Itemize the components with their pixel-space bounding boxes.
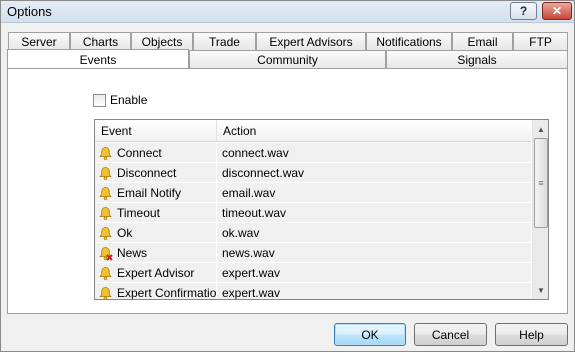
list-item[interactable]: Timeout timeout.wav: [95, 203, 531, 223]
cancel-button[interactable]: Cancel: [414, 323, 487, 346]
event-name: Connect: [117, 146, 162, 160]
tab-email[interactable]: Email: [452, 32, 513, 50]
window-title: Options: [7, 4, 52, 19]
options-dialog: Options ? ✕ Server Charts Objects Trade …: [0, 0, 575, 352]
enable-label: Enable: [110, 93, 148, 107]
tab-ftp[interactable]: FTP: [513, 32, 568, 50]
action-cell: connect.wav: [222, 146, 289, 160]
event-name: Disconnect: [117, 166, 177, 180]
list-item[interactable]: Ok ok.wav: [95, 223, 531, 243]
event-cell: Expert Confirmation: [95, 283, 217, 300]
vertical-scrollbar[interactable]: ▲ ≡ ▼: [532, 120, 548, 299]
action-cell: ok.wav: [222, 226, 260, 240]
bell-icon: [99, 266, 112, 280]
bell-icon: [99, 186, 112, 200]
event-name: Expert Confirmation: [117, 286, 217, 300]
list-item[interactable]: Disconnect disconnect.wav: [95, 163, 531, 183]
titlebar-close-button[interactable]: ✕: [542, 2, 572, 20]
event-name: News: [117, 246, 148, 260]
bell-icon: [99, 146, 112, 160]
action-cell: expert.wav: [222, 266, 281, 280]
tab-community[interactable]: Community: [189, 50, 386, 68]
event-cell: Connect: [95, 143, 217, 163]
event-cell: Timeout: [95, 203, 217, 223]
tab-trade[interactable]: Trade: [193, 32, 256, 50]
tab-notifications[interactable]: Notifications: [366, 32, 452, 50]
question-icon: ?: [519, 4, 528, 18]
event-name: Email Notify: [117, 186, 182, 200]
list-header: Event Action: [95, 120, 531, 142]
event-name: Ok: [117, 226, 133, 240]
event-cell: Expert Advisor: [95, 263, 217, 283]
bell-icon: [99, 206, 112, 220]
action-cell: disconnect.wav: [222, 166, 305, 180]
list-item[interactable]: Expert Advisor expert.wav: [95, 263, 531, 283]
scroll-down-arrow-icon[interactable]: ▼: [533, 282, 548, 298]
event-cell: Email Notify: [95, 183, 217, 203]
event-cell: News: [95, 243, 217, 263]
enable-checkbox-row[interactable]: Enable: [93, 93, 147, 107]
close-icon: ✕: [551, 4, 563, 18]
titlebar-help-button[interactable]: ?: [510, 2, 537, 20]
list-item[interactable]: News news.wav: [95, 243, 531, 263]
tab-server[interactable]: Server: [8, 32, 70, 50]
column-header-action[interactable]: Action: [217, 120, 531, 142]
action-cell: news.wav: [222, 246, 275, 260]
tab-expert-advisors[interactable]: Expert Advisors: [256, 32, 366, 50]
action-cell: expert.wav: [222, 286, 281, 300]
list-item[interactable]: Email Notify email.wav: [95, 183, 531, 203]
action-cell: email.wav: [222, 186, 276, 200]
bell-icon: [99, 226, 112, 240]
help-button[interactable]: Help: [495, 323, 568, 346]
events-list[interactable]: Event Action Connect connect.wav Disconnec…: [94, 119, 549, 300]
list-item[interactable]: Connect connect.wav: [95, 143, 531, 163]
tab-signals[interactable]: Signals: [386, 50, 568, 68]
enable-checkbox[interactable]: [93, 93, 106, 107]
tab-row-2: Events Community Signals: [7, 49, 568, 69]
bell-disabled-icon: [99, 246, 113, 261]
scroll-thumb[interactable]: ≡: [534, 138, 548, 228]
event-name: Timeout: [117, 206, 160, 220]
title-bar: Options ? ✕: [1, 1, 574, 23]
list-item[interactable]: Expert Confirmation expert.wav: [95, 283, 531, 300]
tab-events[interactable]: Events: [7, 49, 189, 69]
scroll-up-arrow-icon[interactable]: ▲: [533, 121, 548, 137]
event-cell: Ok: [95, 223, 217, 243]
ok-button[interactable]: OK: [334, 323, 406, 346]
action-cell: timeout.wav: [222, 206, 287, 220]
bell-icon: [99, 286, 112, 299]
tab-row-1: Server Charts Objects Trade Expert Advis…: [8, 32, 568, 50]
bell-icon: [99, 166, 112, 180]
column-header-event[interactable]: Event: [95, 120, 217, 142]
tab-charts[interactable]: Charts: [70, 32, 131, 50]
tab-objects[interactable]: Objects: [131, 32, 193, 50]
event-cell: Disconnect: [95, 163, 217, 183]
event-name: Expert Advisor: [117, 266, 195, 280]
